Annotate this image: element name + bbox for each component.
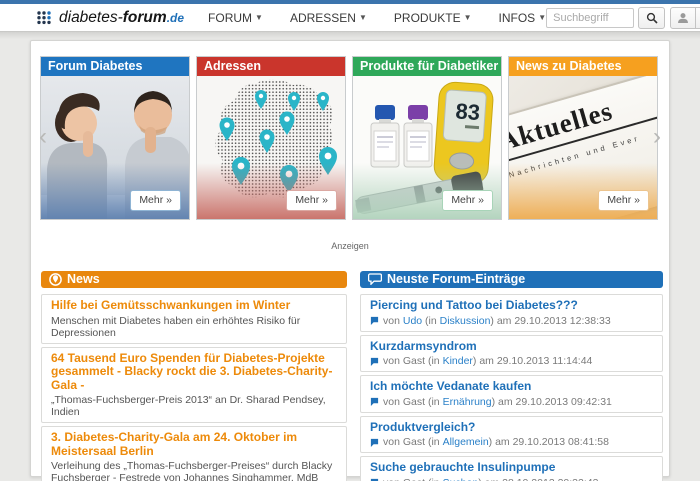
forum-entry-meta: von Udo (in Diskussion) am 29.10.2013 12… — [370, 315, 653, 327]
forum-user: Gast — [403, 396, 425, 408]
chevron-down-icon: ▼ — [538, 13, 546, 22]
newspaper-headline: Aktuelles — [509, 71, 657, 157]
forum-category-link[interactable]: Diskussion — [440, 315, 491, 327]
forum-entry-datetime: ) am 28.10.2013 20:32:43 — [478, 477, 598, 481]
news-panel-title: News — [67, 272, 100, 286]
user-menu-group: ▼ — [670, 7, 700, 29]
forum-category-link[interactable]: Suchen — [443, 477, 479, 481]
chevron-down-icon: ▼ — [359, 13, 367, 22]
news-item: 64 Tausend Euro Spenden für Diabetes-Pro… — [41, 347, 347, 424]
forum-entry: Produktvergleich? von Gast (in Allgemein… — [360, 416, 663, 454]
user-icon — [677, 12, 689, 24]
search-area: ▼ — [546, 7, 700, 29]
svg-text:83: 83 — [455, 98, 481, 125]
news-panel-header: News — [41, 271, 347, 288]
forum-entry: Ich möchte Vedanate kaufen von Gast (in … — [360, 375, 663, 413]
news-item: Hilfe bei Gemütsschwankungen im Winter M… — [41, 294, 347, 344]
search-input[interactable] — [546, 8, 634, 28]
forum-user: Gast — [403, 477, 425, 481]
comment-icon — [370, 316, 379, 325]
more-button-adressen[interactable]: Mehr » — [286, 190, 337, 211]
forum-entry-title[interactable]: Kurzdarmsyndrom — [370, 340, 653, 354]
chevron-down-icon: ▼ — [464, 13, 472, 22]
site-header: diabetes-forum.de FORUM▼ ADRESSEN▼ PRODU… — [0, 4, 700, 32]
forum-panel-header: Neuste Forum-Einträge — [360, 271, 663, 288]
ads-label: Anzeigen — [31, 241, 669, 251]
news-list: Hilfe bei Gemütsschwankungen im Winter M… — [41, 294, 347, 481]
forum-entry: Piercing und Tattoo bei Diabetes??? von … — [360, 294, 663, 332]
forum-entry-title[interactable]: Produktvergleich? — [370, 421, 653, 435]
news-item-title[interactable]: Hilfe bei Gemütsschwankungen im Winter — [51, 299, 337, 313]
forum-entry: Suche gebrauchte Insulinpumpe von Gast (… — [360, 456, 663, 481]
forum-category-link[interactable]: Ernährung — [443, 396, 492, 408]
forum-entry-datetime: ) am 29.10.2013 12:38:33 — [490, 315, 610, 327]
news-item-description: „Thomas-Fuchsberger-Preis 2013“ an Dr. S… — [51, 394, 337, 418]
nav-item-forum[interactable]: FORUM▼ — [208, 11, 263, 25]
card-title-adressen: Adressen — [197, 57, 345, 76]
nav-item-adressen[interactable]: ADRESSEN▼ — [290, 11, 367, 25]
search-button[interactable] — [638, 7, 665, 29]
forum-entry-meta: von Gast (in Ernährung) am 29.10.2013 09… — [370, 396, 653, 408]
news-marker-icon — [49, 273, 62, 286]
comment-icon — [370, 357, 379, 366]
news-item-description: Menschen mit Diabetes haben ein erhöhtes… — [51, 315, 337, 339]
carousel-prev-icon[interactable]: ‹ — [39, 125, 47, 149]
search-icon — [646, 12, 658, 24]
card-title-produkte: Produkte für Diabetiker — [353, 57, 501, 76]
forum-entry-datetime: ) am 29.10.2013 09:42:31 — [492, 396, 612, 408]
forum-entry-title[interactable]: Piercing und Tattoo bei Diabetes??? — [370, 299, 653, 313]
forum-user: Gast — [403, 355, 425, 367]
news-item-title[interactable]: 64 Tausend Euro Spenden für Diabetes-Pro… — [51, 352, 337, 393]
forum-category-link[interactable]: Kinder — [443, 355, 473, 367]
user-button[interactable] — [670, 7, 696, 29]
carousel-next-icon[interactable]: › — [653, 125, 661, 149]
teaser-card-forum[interactable]: Forum Diabetes Mehr » — [40, 56, 190, 220]
forum-entry-meta: von Gast (in Kinder) am 29.10.2013 11:14… — [370, 355, 653, 367]
header-shadow — [0, 32, 700, 39]
teaser-card-adressen[interactable]: Adressen Mehr » — [196, 56, 346, 220]
teaser-card-produkte[interactable]: 83 — [352, 56, 502, 220]
user-menu-caret-button[interactable]: ▼ — [696, 7, 700, 29]
news-item-description: Verleihung des „Thomas-Fuchsberger-Preis… — [51, 460, 337, 481]
forum-category-link[interactable]: Allgemein — [443, 436, 489, 448]
forum-panel-title: Neuste Forum-Einträge — [387, 272, 525, 286]
news-panel: News Hilfe bei Gemütsschwankungen im Win… — [41, 271, 347, 481]
main-container: Forum Diabetes Mehr » — [30, 40, 670, 477]
nav-item-infos[interactable]: INFOS▼ — [499, 11, 547, 25]
speech-bubble-icon — [368, 273, 382, 285]
teaser-card-news[interactable]: Aktuelles Nachrichten und Ever News zu D… — [508, 56, 658, 220]
forum-entry-meta: von Gast (in Suchen) am 28.10.2013 20:32… — [370, 477, 653, 481]
comment-icon — [370, 438, 379, 447]
card-title-news: News zu Diabetes — [509, 57, 657, 76]
comment-icon — [370, 397, 379, 406]
forum-user-link[interactable]: Udo — [403, 315, 422, 327]
logo-text: diabetes-forum.de — [59, 9, 184, 27]
forum-user: Gast — [403, 436, 425, 448]
nav-item-produkte[interactable]: PRODUKTE▼ — [394, 11, 472, 25]
forum-list: Piercing und Tattoo bei Diabetes??? von … — [360, 294, 663, 481]
forum-entry-title[interactable]: Suche gebrauchte Insulinpumpe — [370, 461, 653, 475]
chevron-down-icon: ▼ — [255, 13, 263, 22]
more-button-news[interactable]: Mehr » — [598, 190, 649, 211]
forum-entry: Kurzdarmsyndrom von Gast (in Kinder) am … — [360, 335, 663, 373]
logo-dots-icon — [36, 10, 54, 25]
site-logo[interactable]: diabetes-forum.de — [36, 9, 184, 27]
news-item-title[interactable]: 3. Diabetes-Charity-Gala am 24. Oktober … — [51, 431, 337, 458]
more-button-forum[interactable]: Mehr » — [130, 190, 181, 211]
forum-entry-datetime: ) am 29.10.2013 11:14:44 — [473, 355, 592, 367]
forum-entry-meta: von Gast (in Allgemein) am 29.10.2013 08… — [370, 436, 653, 448]
card-title-forum: Forum Diabetes — [41, 57, 189, 76]
more-button-produkte[interactable]: Mehr » — [442, 190, 493, 211]
news-item: 3. Diabetes-Charity-Gala am 24. Oktober … — [41, 426, 347, 481]
forum-entry-datetime: ) am 29.10.2013 08:41:58 — [489, 436, 609, 448]
main-nav: FORUM▼ ADRESSEN▼ PRODUKTE▼ INFOS▼ — [208, 11, 546, 25]
forum-panel: Neuste Forum-Einträge Piercing und Tatto… — [360, 271, 663, 481]
forum-entry-title[interactable]: Ich möchte Vedanate kaufen — [370, 380, 653, 394]
teaser-carousel: Forum Diabetes Mehr » — [40, 56, 658, 220]
